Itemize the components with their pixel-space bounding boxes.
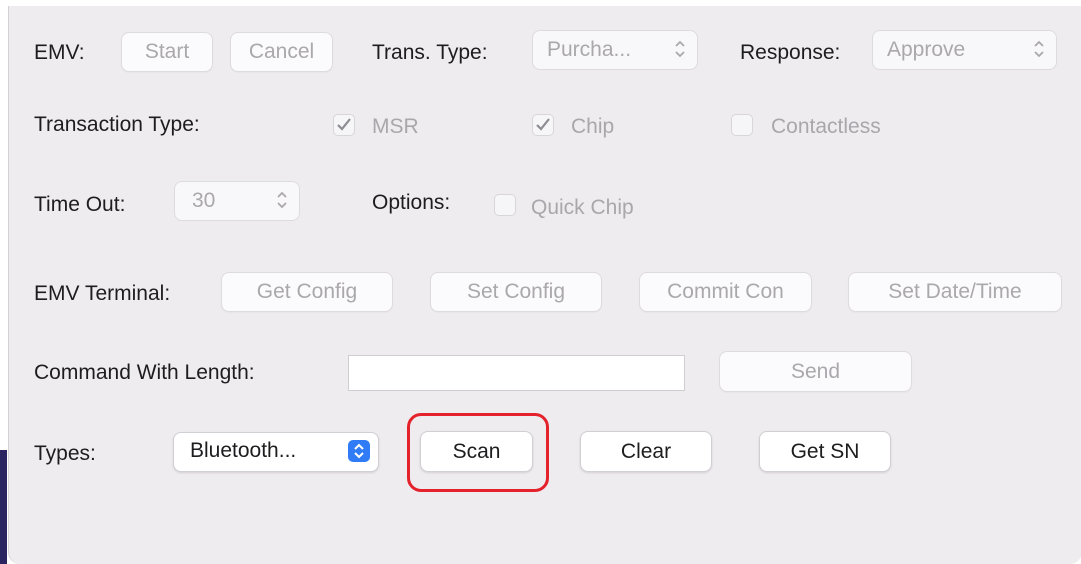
emv-terminal-label: EMV Terminal: [34, 282, 171, 305]
response-label: Response: [740, 41, 841, 64]
response-value: Approve [887, 38, 966, 61]
command-label: Command With Length: [34, 361, 255, 384]
timeout-value: 30 [192, 189, 216, 212]
transaction-type-label: Transaction Type: [34, 113, 200, 136]
window-edge [0, 0, 8, 450]
emv-label: EMV: [34, 41, 85, 64]
chevron-updown-icon [675, 40, 685, 58]
command-input[interactable] [348, 355, 685, 391]
background-window-edge [0, 450, 7, 564]
commit-config-button[interactable]: Commit Con [639, 272, 812, 312]
response-popup[interactable]: Approve [872, 30, 1057, 70]
checkmark-icon [337, 118, 351, 131]
types-popup[interactable]: Bluetooth... [173, 432, 379, 472]
get-sn-button[interactable]: Get SN [759, 431, 891, 472]
send-button[interactable]: Send [719, 351, 912, 392]
chip-label: Chip [571, 115, 615, 138]
clear-button[interactable]: Clear [580, 431, 712, 472]
chevron-updown-icon [348, 440, 370, 462]
checkmark-icon [536, 118, 550, 131]
msr-checkbox[interactable] [333, 114, 355, 136]
set-datetime-button[interactable]: Set Date/Time [848, 272, 1062, 312]
trans-type-value: Purcha... [547, 38, 632, 61]
timeout-label: Time Out: [34, 193, 126, 216]
quick-chip-checkbox[interactable] [494, 194, 516, 216]
timeout-stepper[interactable]: 30 [174, 181, 300, 221]
contactless-label: Contactless [771, 115, 881, 138]
get-config-button[interactable]: Get Config [221, 272, 393, 312]
scan-highlight-annotation [407, 413, 549, 492]
options-label: Options: [372, 191, 451, 214]
trans-type-label: Trans. Type: [372, 41, 488, 64]
chevron-updown-icon [1034, 40, 1044, 58]
trans-type-popup[interactable]: Purcha... [532, 30, 698, 70]
emv-cancel-button[interactable]: Cancel [230, 32, 333, 72]
types-value: Bluetooth... [190, 439, 297, 462]
emv-start-button[interactable]: Start [121, 32, 213, 72]
chip-checkbox[interactable] [532, 114, 554, 136]
quick-chip-label: Quick Chip [531, 196, 634, 219]
chevron-updown-icon [277, 191, 287, 209]
set-config-button[interactable]: Set Config [430, 272, 602, 312]
msr-label: MSR [372, 115, 419, 138]
contactless-checkbox[interactable] [731, 114, 753, 136]
types-label: Types: [34, 442, 96, 465]
